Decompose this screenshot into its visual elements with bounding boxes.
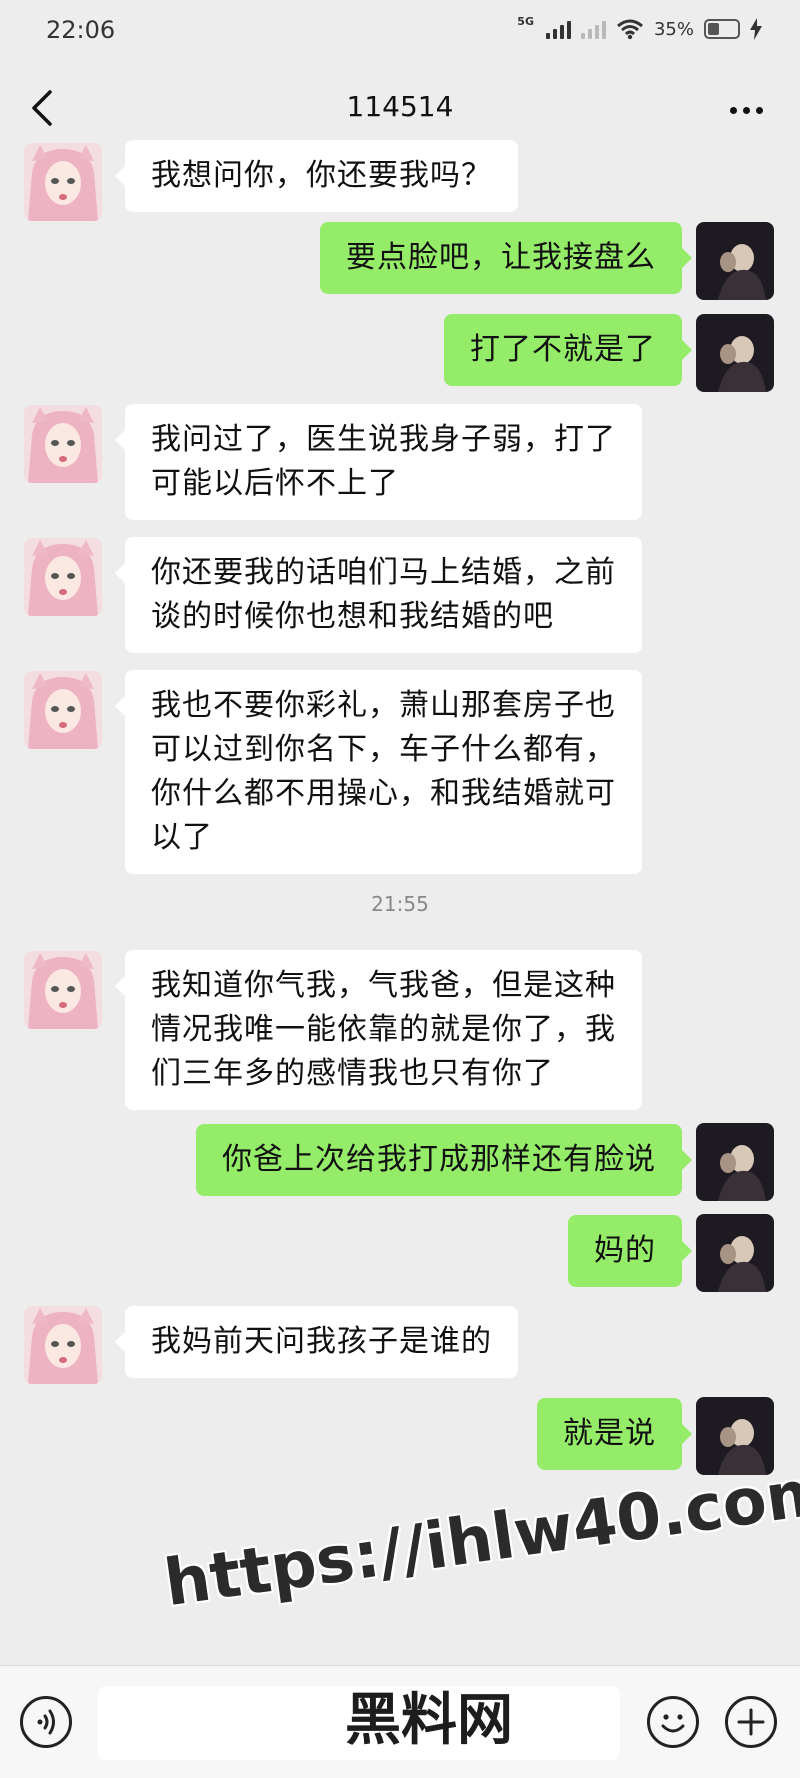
message-text: 你爸上次给我打成那样还有脸说 xyxy=(222,1142,656,1177)
my-avatar[interactable] xyxy=(696,314,774,392)
message-bubble-incoming[interactable]: 我问过了，医生说我身子弱，打了 可能以后怀不上了 xyxy=(115,404,642,520)
contact-avatar[interactable] xyxy=(24,671,102,749)
contact-avatar[interactable] xyxy=(24,1306,102,1384)
status-indicators: 5G 35% xyxy=(517,14,762,40)
battery-icon xyxy=(704,19,740,39)
chat-title: 114514 xyxy=(346,90,454,123)
voice-button[interactable] xyxy=(20,1696,72,1748)
contact-avatar[interactable] xyxy=(24,538,102,616)
signal-icon xyxy=(545,19,571,39)
message-text: 我妈前天问我孩子是谁的 xyxy=(151,1324,492,1359)
message-line: 我问过了，医生说我身子弱，打了 xyxy=(151,422,616,457)
message-bubble-incoming[interactable]: 我想问你，你还要我吗？ xyxy=(115,140,518,212)
watermark-label: 黑料网 xyxy=(345,1688,513,1753)
plus-button[interactable] xyxy=(725,1696,777,1748)
chat-timestamp: 21:55 xyxy=(371,892,429,916)
message-bubble-outgoing[interactable]: 就是说 xyxy=(537,1398,692,1470)
message-text: 要点脸吧，让我接盘么 xyxy=(346,240,656,275)
message-line: 我知道你气我，气我爸，但是这种 xyxy=(151,968,616,1003)
status-bar: 22:06 5G 35% xyxy=(0,0,800,62)
contact-avatar[interactable] xyxy=(24,405,102,483)
message-line: 你还要我的话咱们马上结婚，之前 xyxy=(151,555,616,590)
message-line: 谈的时候你也想和我结婚的吧 xyxy=(151,599,554,634)
my-avatar[interactable] xyxy=(696,1123,774,1201)
message-bubble-incoming[interactable]: 我知道你气我，气我爸，但是这种 情况我唯一能依靠的就是你了，我 们三年多的感情我… xyxy=(115,950,642,1110)
message-line: 们三年多的感情我也只有你了 xyxy=(151,1056,554,1091)
my-avatar[interactable] xyxy=(696,1214,774,1292)
message-line: 你什么都不用操心，和我结婚就可 xyxy=(151,776,616,811)
emoji-icon xyxy=(661,1714,685,1733)
message-line: 可能以后怀不上了 xyxy=(151,466,399,501)
message-text: 我想问你，你还要我吗？ xyxy=(151,158,492,193)
message-bubble-outgoing[interactable]: 你爸上次给我打成那样还有脸说 xyxy=(196,1124,692,1196)
message-line: 情况我唯一能依靠的就是你了，我 xyxy=(151,1012,616,1047)
charging-icon xyxy=(750,18,762,40)
message-bubble-outgoing[interactable]: 要点脸吧，让我接盘么 xyxy=(320,222,692,294)
my-avatar[interactable] xyxy=(696,222,774,300)
message-line: 可以过到你名下，车子什么都有， xyxy=(151,732,616,767)
signal-2-icon xyxy=(580,19,606,39)
message-text: 打了不就是了 xyxy=(470,332,656,367)
message-text: 妈的 xyxy=(594,1233,656,1268)
chat-area[interactable]: 我想问你，你还要我吗？ 要点脸吧，让我接盘么 打了不就是了 我问过了，医生说我身… xyxy=(0,140,800,1665)
message-line: 以了 xyxy=(151,820,213,855)
voice-icon xyxy=(37,1709,55,1735)
more-button[interactable] xyxy=(720,90,772,130)
message-bubble-incoming[interactable]: 我妈前天问我孩子是谁的 xyxy=(115,1306,518,1378)
emoji-button[interactable] xyxy=(647,1696,699,1748)
message-text: 就是说 xyxy=(563,1416,656,1451)
contact-avatar[interactable] xyxy=(24,143,102,221)
message-bubble-incoming[interactable]: 我也不要你彩礼，萧山那套房子也 可以过到你名下，车子什么都有， 你什么都不用操心… xyxy=(115,670,642,874)
contact-avatar[interactable] xyxy=(24,951,102,1029)
more-dots-icon xyxy=(729,106,763,114)
battery-percent: 35% xyxy=(653,18,694,40)
status-time: 22:06 xyxy=(46,16,116,44)
plus-icon xyxy=(737,1708,765,1736)
network-type: 5G xyxy=(517,14,534,28)
message-bubble-incoming[interactable]: 你还要我的话咱们马上结婚，之前 谈的时候你也想和我结婚的吧 xyxy=(115,537,642,653)
message-bubble-outgoing[interactable]: 妈的 xyxy=(568,1215,692,1287)
message-line: 我也不要你彩礼，萧山那套房子也 xyxy=(151,688,616,723)
wifi-icon xyxy=(617,19,643,40)
message-bubble-outgoing[interactable]: 打了不就是了 xyxy=(444,314,692,386)
